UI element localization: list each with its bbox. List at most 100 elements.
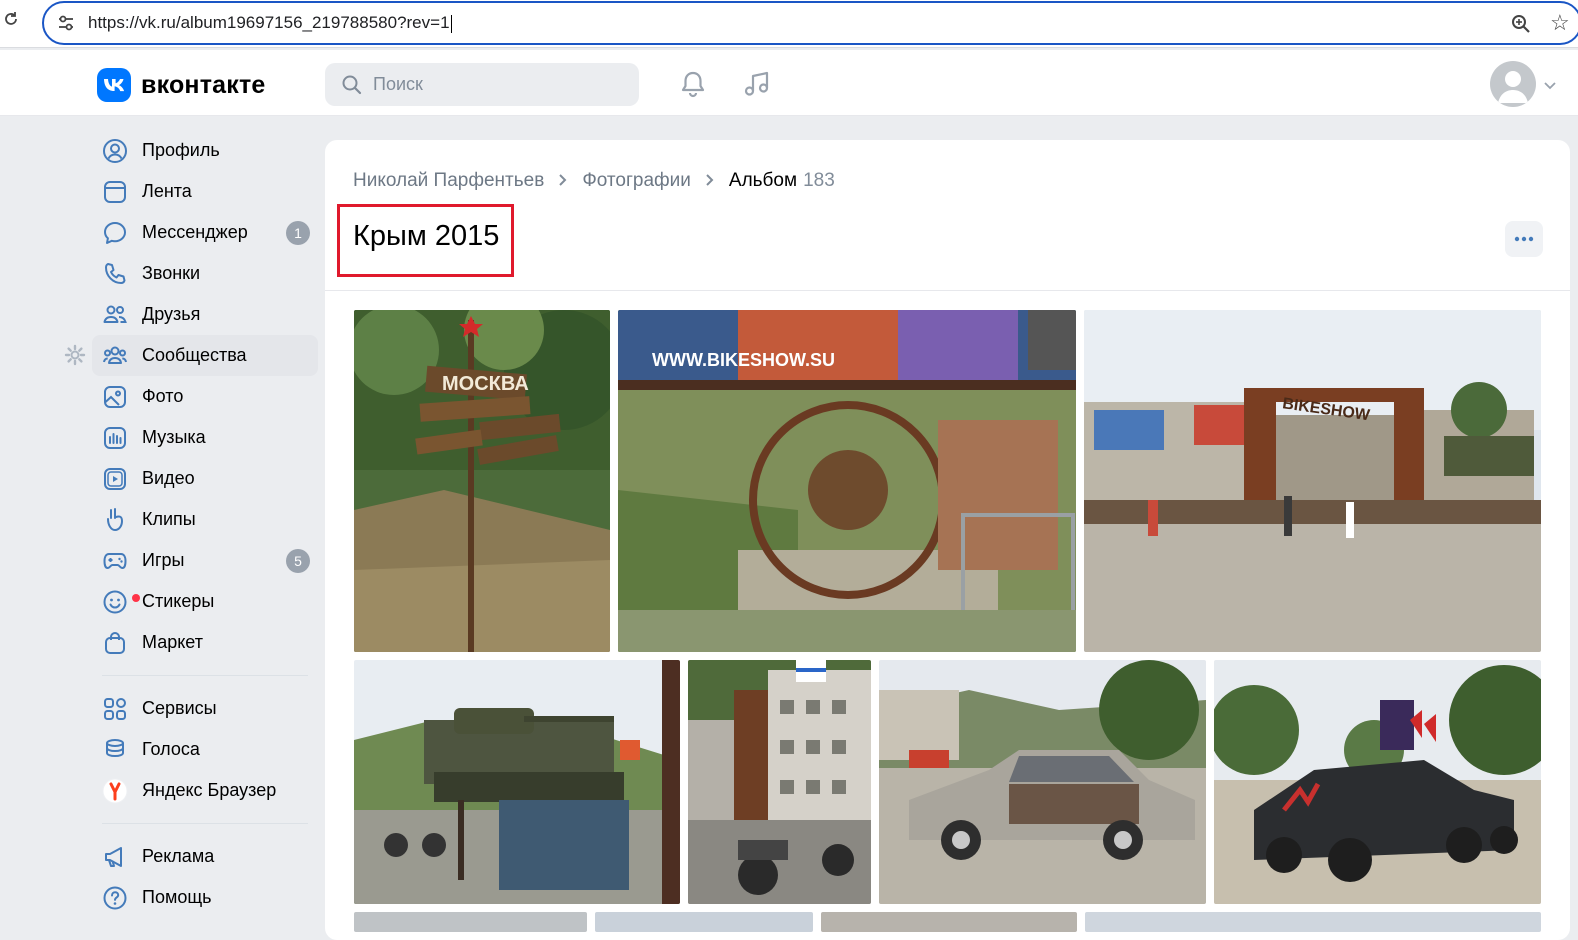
zoom-icon[interactable]	[1510, 13, 1532, 35]
sidebar-item-label: Фото	[142, 386, 184, 406]
sidebar-item-games[interactable]: Игры 5	[92, 540, 318, 581]
help-icon	[102, 885, 128, 911]
sidebar-divider	[102, 675, 308, 676]
photo-icon	[102, 384, 128, 410]
user-circle-icon	[102, 138, 128, 164]
phone-icon	[102, 261, 128, 287]
user-avatar[interactable]	[1490, 61, 1536, 107]
sidebar-divider	[102, 823, 308, 824]
vk-logo-text: вконтакте	[141, 70, 266, 99]
notifications-bell-icon[interactable]	[678, 69, 708, 99]
photo-thumbnail[interactable]	[595, 912, 813, 932]
sidebar-item-label: Яндекс Браузер	[142, 780, 277, 800]
site-info-icon[interactable]	[56, 13, 76, 33]
sidebar-item-label: Сервисы	[142, 698, 217, 718]
photo-thumbnail[interactable]: МОСКВА	[354, 310, 610, 652]
chevron-down-icon[interactable]	[1543, 78, 1557, 90]
header-divider	[325, 290, 1570, 291]
sidebar-item-calls[interactable]: Звонки	[92, 253, 318, 294]
chevron-right-icon	[558, 171, 568, 192]
sidebar-item-ads[interactable]: Реклама	[92, 836, 318, 877]
communities-icon	[102, 343, 128, 369]
sidebar-item-label: Маркет	[142, 632, 203, 652]
bookmark-star-icon[interactable]: ☆	[1550, 11, 1574, 35]
photo-thumbnail[interactable]	[354, 660, 680, 904]
sidebar-item-label: Видео	[142, 468, 195, 488]
sidebar-item-photos[interactable]: Фото	[92, 376, 318, 417]
unread-badge: 1	[286, 221, 310, 245]
gamepad-icon	[102, 548, 128, 574]
yandex-icon	[102, 778, 128, 804]
photo-thumbnail[interactable]	[688, 660, 871, 904]
sidebar-item-label: Помощь	[142, 887, 212, 907]
breadcrumb-current: Альбом	[728, 170, 798, 191]
sidebar-item-label: Стикеры	[142, 591, 215, 611]
photo-thumbnail[interactable]	[879, 660, 1206, 904]
games-badge: 5	[286, 549, 310, 573]
photo-thumbnail[interactable]: BIKESHOW	[1084, 310, 1541, 652]
sign-text: МОСКВА	[442, 373, 529, 395]
video-icon	[102, 466, 128, 492]
sidebar-item-feed[interactable]: Лента	[92, 171, 318, 212]
sidebar-item-yandex-browser[interactable]: Яндекс Браузер	[92, 770, 318, 811]
search-box[interactable]	[325, 63, 639, 106]
megaphone-icon	[102, 844, 128, 870]
chevron-right-icon	[705, 171, 715, 192]
vk-logo-icon	[97, 68, 131, 102]
sidebar-item-label: Музыка	[142, 427, 206, 447]
new-indicator-dot	[132, 593, 140, 602]
sidebar-item-profile[interactable]: Профиль	[92, 130, 318, 171]
sidebar-item-music[interactable]: Музыка	[92, 417, 318, 458]
photo-count: 183	[803, 170, 835, 191]
breadcrumb-owner-link[interactable]: Николай Парфентьев	[353, 170, 544, 192]
sidebar-item-friends[interactable]: Друзья	[92, 294, 318, 335]
friends-icon	[102, 302, 128, 328]
more-options-button[interactable]	[1505, 221, 1543, 257]
reload-icon[interactable]	[2, 10, 22, 34]
coins-icon	[102, 737, 128, 763]
sidebar-item-label: Мессенджер	[142, 222, 248, 242]
breadcrumb: Николай Парфентьев Фотографии Альбом 183	[353, 170, 835, 192]
music-player-icon[interactable]	[742, 69, 772, 99]
photo-thumbnail[interactable]	[1214, 660, 1541, 904]
feed-icon	[102, 179, 128, 205]
sidebar-item-votes[interactable]: Голоса	[92, 729, 318, 770]
photo-thumbnail[interactable]	[1085, 912, 1541, 932]
search-input[interactable]	[373, 63, 623, 106]
sticker-icon	[102, 589, 140, 615]
url-text[interactable]: https://vk.ru/album19697156_219788580?re…	[88, 13, 452, 33]
browser-toolbar: https://vk.ru/album19697156_219788580?re…	[0, 0, 1578, 48]
sidebar-item-label: Звонки	[142, 263, 201, 283]
photo-thumbnail[interactable]: WWW.BIKESHOW.SU	[618, 310, 1076, 652]
sidebar-item-label: Голоса	[142, 739, 200, 759]
market-icon	[102, 630, 128, 656]
gear-icon[interactable]	[64, 344, 86, 366]
sidebar-item-label: Сообщества	[142, 345, 247, 365]
sidebar-item-video[interactable]: Видео	[92, 458, 318, 499]
sidebar-item-clips[interactable]: Клипы	[92, 499, 318, 540]
music-icon	[102, 425, 128, 451]
sidebar-item-communities[interactable]: Сообщества	[64, 335, 318, 376]
sidebar-item-messenger[interactable]: Мессенджер 1	[92, 212, 318, 253]
sidebar-item-label: Клипы	[142, 509, 196, 529]
clips-icon	[102, 507, 128, 533]
photo-thumbnail[interactable]	[354, 912, 587, 932]
sidebar-item-services[interactable]: Сервисы	[92, 688, 318, 729]
photo-thumbnail[interactable]	[821, 912, 1077, 932]
album-title: Крым 2015	[353, 220, 500, 252]
sidebar-item-stickers[interactable]: Стикеры	[92, 581, 318, 622]
sidebar-item-market[interactable]: Маркет	[92, 622, 318, 663]
sidebar-item-label: Лента	[142, 181, 192, 201]
services-icon	[102, 696, 128, 722]
sidebar-item-label: Профиль	[142, 140, 220, 160]
more-horizontal-icon	[1514, 236, 1534, 242]
breadcrumb-photos-link[interactable]: Фотографии	[582, 170, 691, 192]
banner-text: WWW.BIKESHOW.SU	[652, 350, 835, 370]
vk-header: вконтакте	[0, 50, 1578, 116]
address-bar[interactable]: https://vk.ru/album19697156_219788580?re…	[42, 1, 1578, 45]
sidebar-item-help[interactable]: Помощь	[92, 877, 318, 918]
vk-logo[interactable]: вконтакте	[97, 68, 266, 102]
sidebar-item-label: Реклама	[142, 846, 215, 866]
sidebar-item-label: Игры	[142, 550, 185, 570]
sidebar-item-label: Друзья	[142, 304, 201, 324]
